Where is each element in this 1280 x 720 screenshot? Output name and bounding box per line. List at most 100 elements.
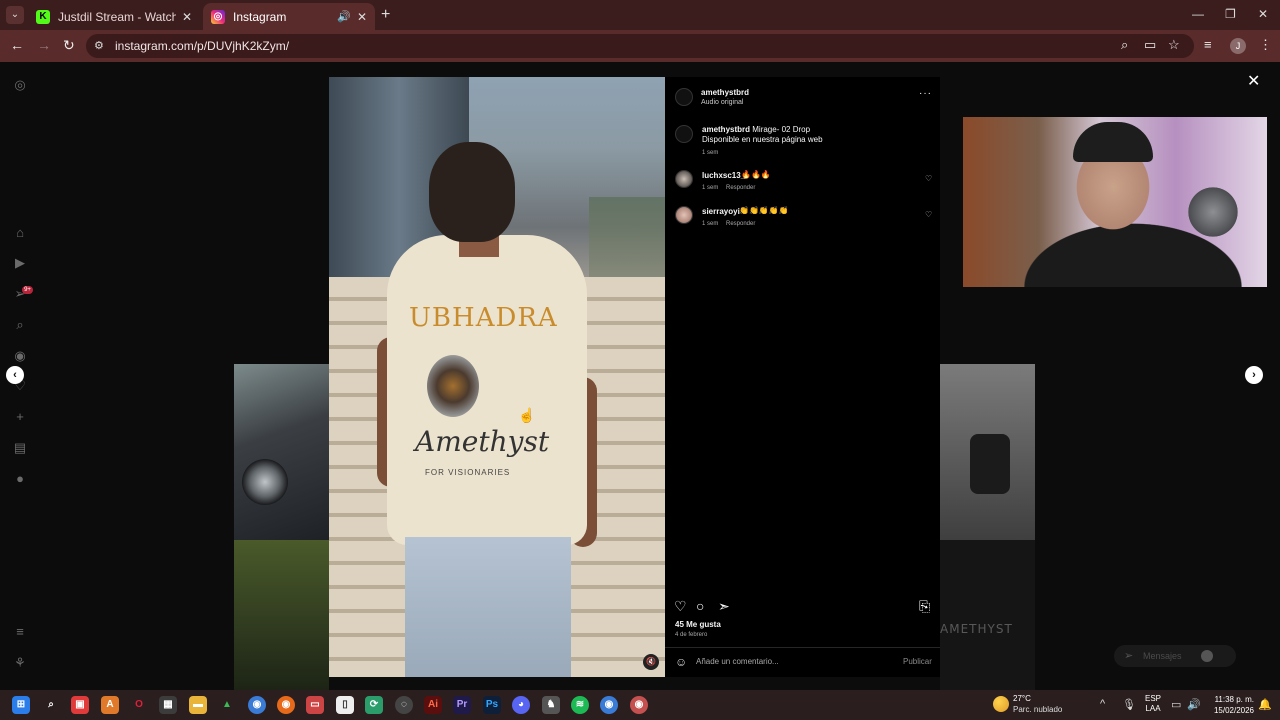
close-icon[interactable]: ✕ <box>1247 71 1260 91</box>
comment-username[interactable]: sierrayoyi <box>702 207 740 216</box>
avatar[interactable] <box>675 206 693 224</box>
firefox-icon[interactable]: ◉ <box>277 696 295 714</box>
background-post-thumbnail[interactable]: AMETHYST <box>940 540 1035 690</box>
menu-icon[interactable]: ≡ <box>12 624 28 640</box>
cast-icon[interactable]: ▭ <box>1144 37 1156 53</box>
avatar[interactable] <box>675 170 693 188</box>
explore-icon[interactable]: ◉ <box>12 348 28 364</box>
reels-icon[interactable]: ▶ <box>12 255 28 271</box>
background-post-thumbnail[interactable] <box>940 364 1035 540</box>
photoshop-icon[interactable]: Ps <box>483 696 501 714</box>
audio-label[interactable]: Audio original <box>701 99 743 106</box>
weather-widget[interactable]: 27°C Parc. nublado <box>993 694 1073 718</box>
chrome-icon[interactable]: ◉ <box>630 696 648 714</box>
premiere-icon[interactable]: Pr <box>453 696 471 714</box>
app-icon[interactable]: A <box>101 696 119 714</box>
drive-icon[interactable]: ▲ <box>218 696 236 714</box>
post-image[interactable]: UBHADRA Amethyst FOR VISIONARIES <box>329 77 665 677</box>
tab-title: Instagram <box>233 9 287 24</box>
close-icon[interactable]: ✕ <box>357 10 367 24</box>
address-bar[interactable]: ⚙ instagram.com/p/DUVjhK2kZym/ <box>86 34 1194 58</box>
post-author[interactable]: amethystbrd <box>701 88 749 97</box>
bookmark-star-icon[interactable]: ☆ <box>1168 37 1180 53</box>
home-icon[interactable]: ⌂ <box>12 225 28 241</box>
shirt-script-text: Amethyst <box>415 425 550 458</box>
app-icon[interactable]: ▭ <box>306 696 324 714</box>
chrome-icon[interactable]: ◉ <box>600 696 618 714</box>
reply-link[interactable]: Responder <box>726 185 755 191</box>
search-icon[interactable]: ⌕ <box>12 317 28 333</box>
tab-instagram[interactable]: ◎ Instagram 🔊 ✕ <box>203 3 375 30</box>
media-controls-icon[interactable]: ≡ <box>1204 37 1212 52</box>
threads-icon[interactable]: ⚘ <box>12 655 28 671</box>
comment-username[interactable]: luchxsc13_ <box>702 171 745 180</box>
reply-link[interactable]: Responder <box>726 221 755 227</box>
instagram-logo-icon[interactable]: ◎ <box>12 77 28 93</box>
new-tab-button[interactable]: + <box>381 6 390 24</box>
share-icon[interactable]: ➣ <box>718 598 730 615</box>
window-close-button[interactable]: ✕ <box>1258 7 1268 21</box>
illustrator-icon[interactable]: Ai <box>424 696 442 714</box>
restore-button[interactable]: ❐ <box>1225 7 1236 21</box>
comment-icon[interactable]: ○ <box>696 598 704 614</box>
microphone-icon[interactable]: 🎙 <box>1122 698 1136 711</box>
speaker-icon[interactable]: 🔊 <box>337 10 351 23</box>
chrome-icon[interactable]: ◉ <box>248 696 266 714</box>
volume-icon[interactable]: 🔊 <box>1187 698 1201 711</box>
menu-icon[interactable]: ⋮ <box>1259 37 1272 53</box>
document-icon[interactable]: ▯ <box>336 696 354 714</box>
next-post-button[interactable]: › <box>1245 366 1263 384</box>
emoji-icon[interactable]: ☺ <box>675 655 687 669</box>
discord-icon[interactable]: ◕ <box>512 696 530 714</box>
network-icon[interactable]: ▭ <box>1171 698 1181 711</box>
store-icon[interactable]: ▦ <box>159 696 177 714</box>
language-indicator[interactable]: ESP LAA <box>1145 694 1161 714</box>
caption-line2: Disponible en nuestra página web <box>702 135 823 144</box>
publish-button[interactable]: Publicar <box>903 657 932 666</box>
profile-avatar[interactable]: J <box>1230 38 1246 54</box>
comment-input[interactable]: Añade un comentario... <box>696 657 779 666</box>
tab-title: Justdil Stream - Watch Live on Kick <box>58 9 176 24</box>
amethyst-watermark: AMETHYST <box>940 622 1013 636</box>
tab-search-button[interactable]: ⌄ <box>6 6 24 24</box>
notifications-icon[interactable]: 🔔 <box>1258 698 1272 711</box>
app-icon[interactable]: ♞ <box>542 696 560 714</box>
back-button[interactable]: ← <box>10 37 24 53</box>
profile-icon[interactable]: ● <box>12 471 28 487</box>
save-icon[interactable]: ⎘ <box>919 598 930 615</box>
tab-kick[interactable]: K Justdil Stream - Watch Live on Kick ✕ <box>28 3 200 30</box>
previous-post-button[interactable]: ‹ <box>6 366 24 384</box>
background-post-thumbnail[interactable] <box>234 540 329 690</box>
heart-icon[interactable]: ♡ <box>925 174 932 183</box>
site-info-icon[interactable]: ⚙ <box>94 39 104 52</box>
heart-icon[interactable]: ♡ <box>925 210 932 219</box>
app-icon[interactable]: ▣ <box>71 696 89 714</box>
likes-count[interactable]: 45 Me gusta <box>675 620 721 629</box>
create-icon[interactable]: + <box>12 409 28 425</box>
weather-desc: Parc. nublado <box>1013 705 1063 714</box>
streamer-webcam-overlay <box>963 117 1267 287</box>
search-icon[interactable]: ⌕ <box>42 696 60 714</box>
opera-icon[interactable]: O <box>130 696 148 714</box>
zoom-icon[interactable]: ⌕ <box>1121 37 1128 53</box>
app-icon[interactable]: ⟳ <box>365 696 383 714</box>
background-post-thumbnail[interactable] <box>234 364 329 540</box>
like-icon[interactable]: ♡ <box>674 598 687 615</box>
mute-icon[interactable]: 🔇 <box>643 654 659 670</box>
start-icon[interactable]: ⊞ <box>12 696 30 714</box>
clock[interactable]: 11:38 p. m. 15/02/2026 <box>1208 694 1254 716</box>
minimize-button[interactable]: — <box>1192 7 1204 21</box>
spotify-icon[interactable]: ≋ <box>571 696 589 714</box>
caption-username[interactable]: amethystbrd <box>702 125 750 134</box>
reload-button[interactable]: ↻ <box>63 37 75 54</box>
chevron-up-icon[interactable]: ^ <box>1100 698 1105 710</box>
close-icon[interactable]: ✕ <box>182 10 192 24</box>
avatar[interactable] <box>675 88 693 106</box>
file-explorer-icon[interactable]: ▬ <box>189 696 207 714</box>
app-icon[interactable]: ◌ <box>395 696 413 714</box>
forward-button[interactable]: → <box>37 37 51 53</box>
avatar[interactable] <box>675 125 693 143</box>
dashboard-icon[interactable]: ▤ <box>12 440 28 456</box>
messages-button[interactable]: ➢ Mensajes <box>1114 645 1236 667</box>
more-options-icon[interactable]: ··· <box>919 88 932 99</box>
